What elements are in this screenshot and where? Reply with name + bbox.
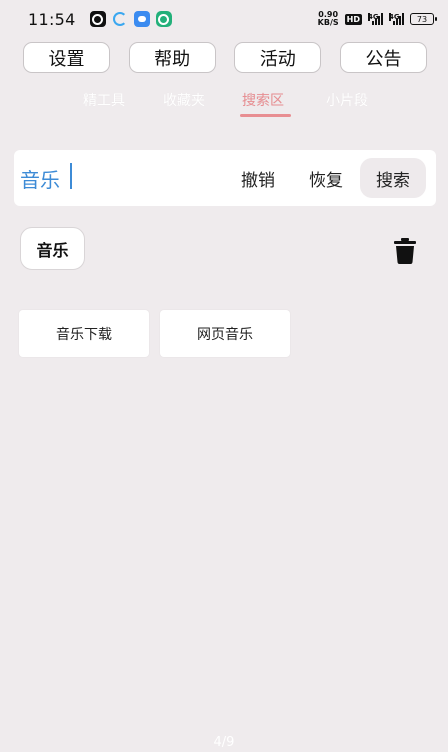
signal-icon-2: 4G xyxy=(389,13,404,25)
signal-label-2: 4G xyxy=(389,13,400,21)
o-app-icon xyxy=(112,11,128,27)
net-speed: 0.90 KB/S xyxy=(318,11,339,27)
status-indicators: 0.90 KB/S HD 4G 4G 73 xyxy=(318,11,437,27)
active-tab-indicator xyxy=(240,114,291,117)
tab-tools[interactable]: 精工具 xyxy=(83,90,125,110)
help-button[interactable]: 帮助 xyxy=(128,42,216,73)
k-app-icon xyxy=(89,11,106,27)
redo-button[interactable]: 恢复 xyxy=(308,158,344,198)
option-web-music[interactable]: 网页音乐 xyxy=(160,310,290,357)
top-button-row: 设置 帮助 活动 公告 xyxy=(23,42,427,73)
battery-icon: 73 xyxy=(410,13,437,25)
text-cursor xyxy=(70,163,72,189)
hd-icon: HD xyxy=(344,13,362,25)
battery-level: 73 xyxy=(416,14,428,24)
tab-snippets[interactable]: 小片段 xyxy=(326,90,368,110)
tab-search[interactable]: 搜索区 xyxy=(242,90,284,110)
option-music-download[interactable]: 音乐下载 xyxy=(19,310,149,357)
signal-label: 4G xyxy=(368,13,379,21)
net-speed-unit: KB/S xyxy=(317,18,339,27)
tab-favorites[interactable]: 收藏夹 xyxy=(163,90,205,110)
trash-icon[interactable] xyxy=(394,238,416,264)
search-bar: 音乐 撤销 恢复 搜索 xyxy=(14,150,436,206)
search-button[interactable]: 搜索 xyxy=(360,158,426,198)
undo-button[interactable]: 撤销 xyxy=(240,158,276,198)
announcement-button[interactable]: 公告 xyxy=(339,42,427,73)
settings-button[interactable]: 设置 xyxy=(23,42,110,73)
history-chip[interactable]: 音乐 xyxy=(20,227,85,270)
signal-icon: 4G xyxy=(368,13,383,25)
b-app-icon xyxy=(133,11,150,27)
search-input[interactable]: 音乐 xyxy=(20,164,60,193)
g-app-icon xyxy=(155,11,172,27)
tab-bar: 精工具 收藏夹 搜索区 小片段 xyxy=(0,90,448,120)
status-bar: 11:54 0.90 KB/S HD 4G 4G 73 xyxy=(0,0,448,38)
clock: 11:54 xyxy=(28,9,76,29)
page-indicator: 4/9 xyxy=(213,735,235,750)
activity-button[interactable]: 活动 xyxy=(234,42,322,73)
